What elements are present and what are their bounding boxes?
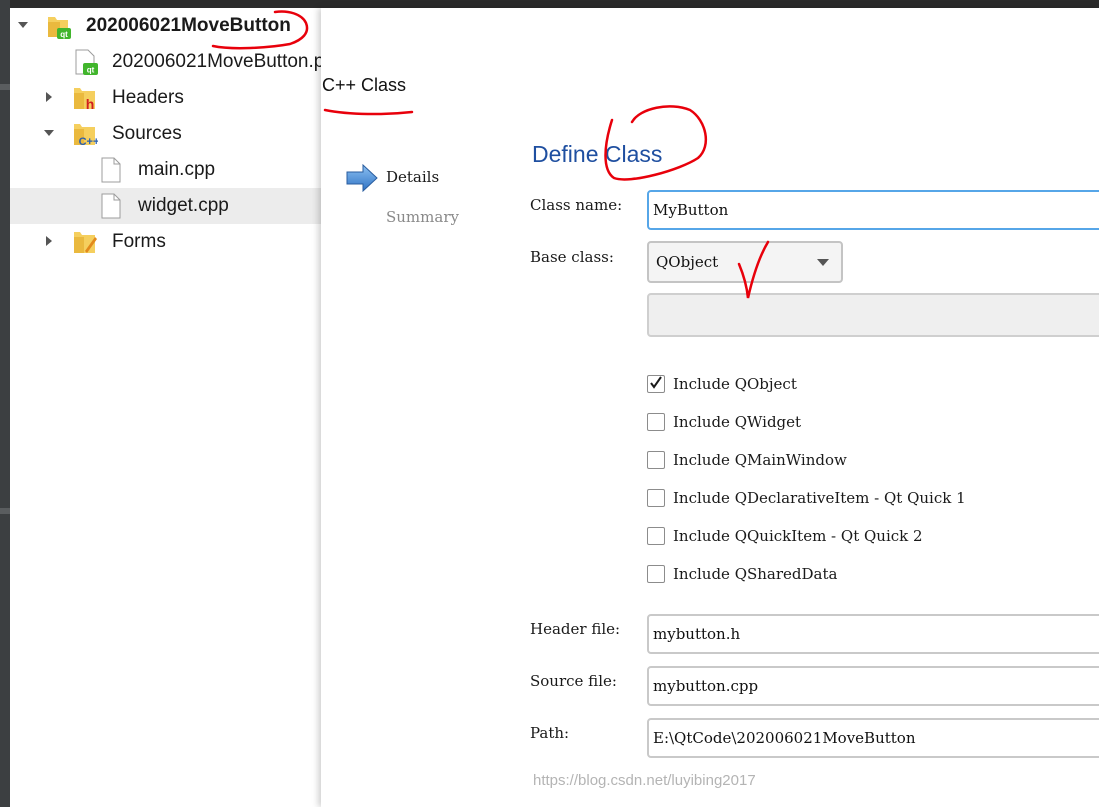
checkmark-icon [650,376,662,389]
base-class-value: QObject [656,253,719,271]
sidebar-marker [0,84,10,90]
qt-pro-file-icon: qt [75,49,98,75]
tree-item-main-cpp[interactable]: main.cpp [10,152,322,188]
base-class-label: Base class: [530,248,614,266]
qt-project-folder-icon: qt [48,17,71,39]
file-icon [101,193,121,219]
file-icon [101,157,121,183]
base-class-select[interactable]: QObject [647,241,843,283]
headers-folder-icon: h [74,88,95,111]
checkbox-unchecked[interactable] [647,565,665,583]
checkbox-label: Include QWidget [673,413,802,431]
tree-item-label: main.cpp [138,159,216,180]
svg-text:C++: C++ [79,136,98,147]
svg-text:qt: qt [87,66,95,75]
page-title: Define Class [532,141,663,167]
tree-item-label: Sources [112,123,182,144]
dialog-title: C++ Class [322,75,407,95]
checkbox-checked[interactable] [647,375,665,393]
tree-item-sources[interactable]: C++ Sources [10,116,322,152]
collapsed-arrow-icon[interactable] [43,235,55,247]
left-sidebar-strip [0,0,10,807]
checkbox-label: Include QQuickItem - Qt Quick 2 [673,527,923,545]
watermark: https://blog.csdn.net/luyibing2017 [533,772,756,789]
chevron-down-icon [817,259,829,266]
svg-text:h: h [86,96,95,111]
svg-text:qt: qt [60,30,68,39]
checkbox-label: Include QMainWindow [673,451,847,469]
class-name-label: Class name: [530,196,623,214]
sources-folder-icon: C++ [74,124,98,147]
checkbox-unchecked[interactable] [647,451,665,469]
tree-item-headers[interactable]: h Headers [10,80,322,116]
collapsed-arrow-icon[interactable] [43,91,55,103]
checkbox-unchecked[interactable] [647,489,665,507]
new-class-dialog: C++ Class Details Summary Define Class C… [321,8,1099,807]
path-label: Path: [530,724,570,742]
forms-folder-icon [74,232,97,253]
expanded-arrow-icon[interactable] [17,19,29,31]
header-file-label: Header file: [530,620,621,638]
tree-item-label: 202006021MoveButton [86,15,291,36]
checkbox-unchecked[interactable] [647,413,665,431]
project-tree: qt 202006021MoveButton qt 202006021MoveB… [10,8,341,807]
current-step-arrow-icon [346,164,378,192]
tree-item-label: widget.cpp [138,195,229,216]
checkbox-label: Include QSharedData [673,565,838,583]
source-file-input[interactable]: mybutton.cpp [647,666,1099,706]
checkbox-label: Include QDeclarativeItem - Qt Quick 1 [673,489,966,507]
wizard-step-details: Details [386,168,440,186]
top-strip [10,0,1099,8]
sidebar-marker [0,508,10,514]
expanded-arrow-icon[interactable] [43,127,55,139]
class-name-input[interactable]: MyButton [647,190,1099,230]
checkbox-unchecked[interactable] [647,527,665,545]
tree-item-pro-file[interactable]: qt 202006021MoveButton.pro [10,44,341,80]
base-class-custom-input [647,293,1099,337]
header-file-input[interactable]: mybutton.h [647,614,1099,654]
path-input[interactable]: E:\QtCode\202006021MoveButton [647,718,1099,758]
tree-item-project[interactable]: qt 202006021MoveButton [10,8,322,44]
tree-item-label: Headers [112,87,184,108]
tree-item-label: 202006021MoveButton.pro [112,51,342,72]
checkbox-label: Include QObject [673,375,797,393]
source-file-label: Source file: [530,672,617,690]
tree-item-widget-cpp[interactable]: widget.cpp [10,188,322,224]
tree-item-label: Forms [112,231,166,252]
wizard-step-summary: Summary [386,208,459,226]
tree-item-forms[interactable]: Forms [10,224,322,260]
